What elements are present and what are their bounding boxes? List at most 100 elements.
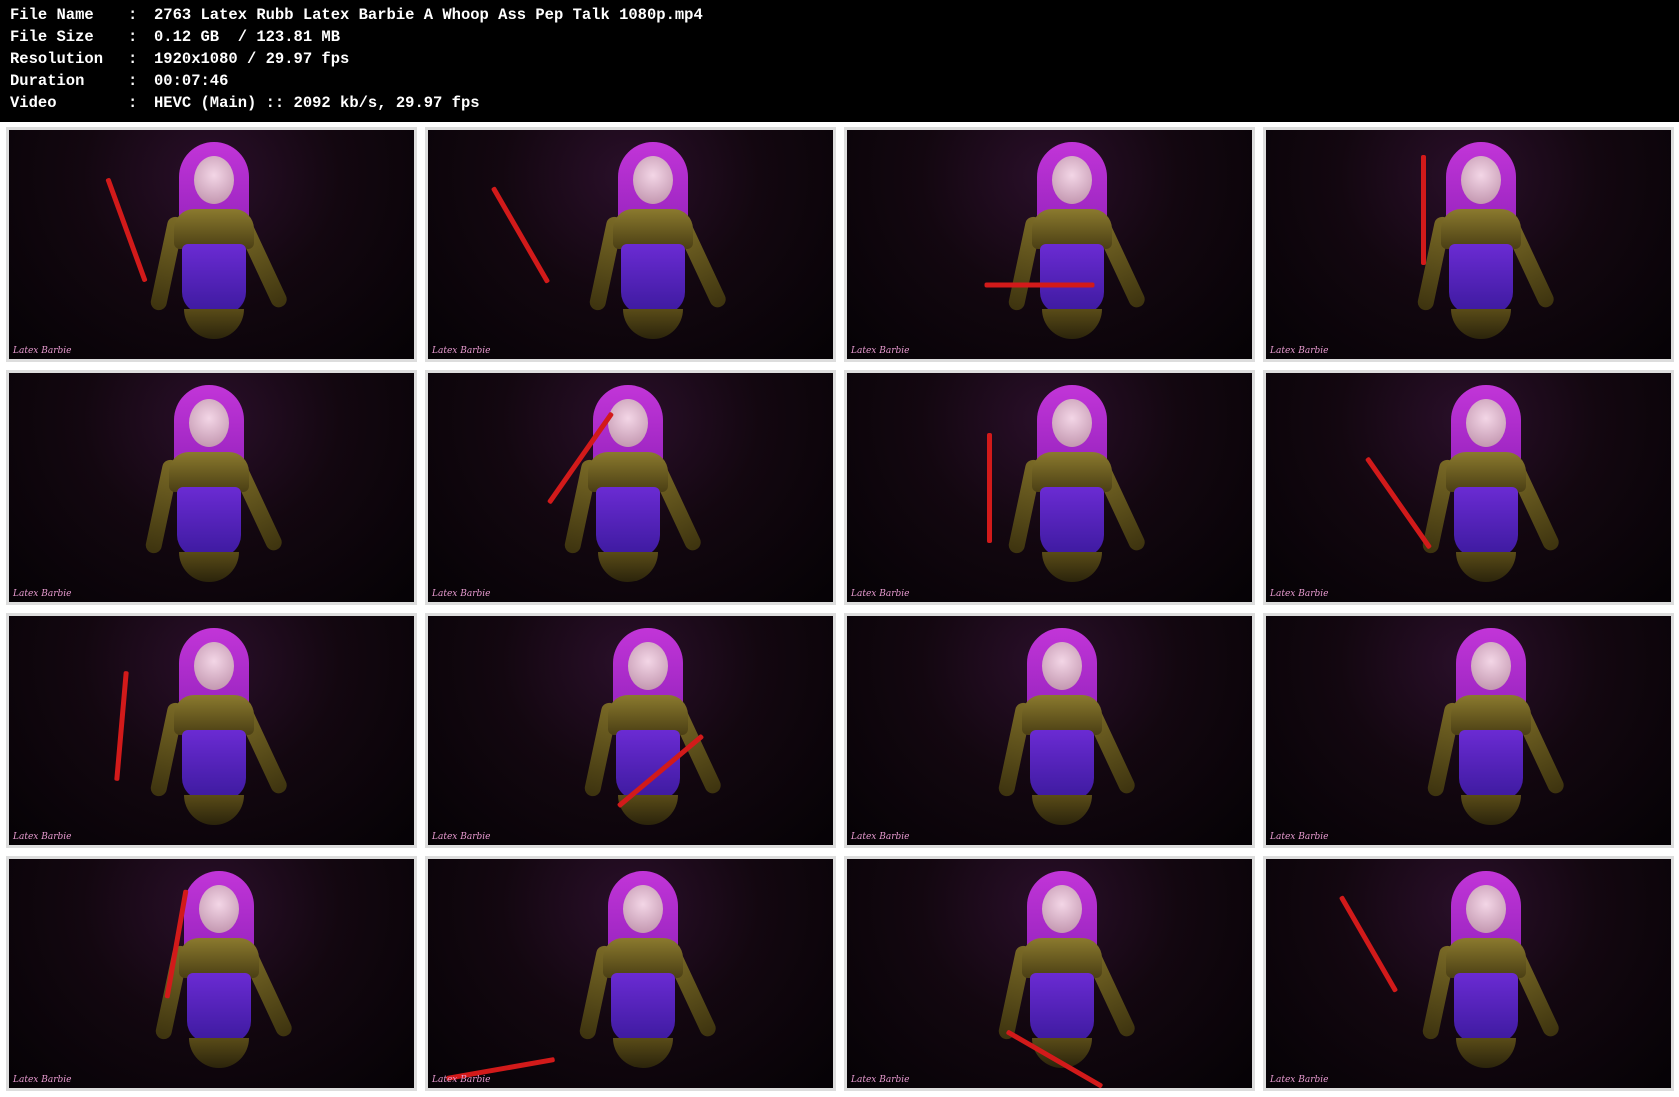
watermark-logo: Latex Barbie (432, 832, 491, 842)
figure-torso-gold (603, 938, 683, 978)
figure-briefs (184, 795, 244, 825)
figure-torso-gold (169, 452, 249, 492)
cane-prop (114, 670, 129, 782)
figure-corset (182, 730, 246, 800)
info-value: 2763 Latex Rubb Latex Barbie A Whoop Ass… (154, 6, 703, 24)
info-value: 1920x1080 / 29.97 fps (154, 50, 350, 68)
figure-corset (611, 973, 675, 1043)
info-label: Resolution (10, 50, 104, 68)
figure-face (1461, 156, 1501, 204)
figure-corset (621, 244, 685, 314)
figure-torso-gold (1032, 452, 1112, 492)
performer-figure (144, 863, 295, 1088)
video-thumbnail: Latex Barbie (844, 370, 1255, 605)
video-thumbnail: Latex Barbie (425, 613, 836, 848)
figure-face (189, 399, 229, 447)
performer-figure (987, 863, 1138, 1088)
figure-briefs (1456, 552, 1516, 582)
performer-figure (1411, 863, 1562, 1088)
figure-corset (182, 244, 246, 314)
cane-prop (987, 433, 992, 543)
figure-corset (1040, 487, 1104, 557)
performer-figure (997, 134, 1148, 359)
figure-corset (1030, 973, 1094, 1043)
video-thumbnail: Latex Barbie (6, 613, 417, 848)
watermark-logo: Latex Barbie (851, 1075, 910, 1085)
watermark-logo: Latex Barbie (851, 346, 910, 356)
info-row-duration: Duration : 00:07:46 (10, 70, 1679, 92)
figure-face (1466, 885, 1506, 933)
performer-figure (134, 377, 285, 602)
info-value: 00:07:46 (154, 72, 229, 90)
performer-figure (1416, 620, 1567, 845)
figure-torso-gold (613, 209, 693, 249)
figure-torso-gold (174, 695, 254, 735)
figure-face (623, 885, 663, 933)
watermark-logo: Latex Barbie (13, 1075, 72, 1085)
figure-briefs (1032, 795, 1092, 825)
watermark-logo: Latex Barbie (432, 1075, 491, 1085)
figure-corset (1030, 730, 1094, 800)
cane-prop (1338, 895, 1399, 993)
figure-corset (1454, 973, 1518, 1043)
figure-face (628, 642, 668, 690)
cane-prop (490, 186, 551, 284)
figure-briefs (179, 552, 239, 582)
info-value: HEVC (Main) :: 2092 kb/s, 29.97 fps (154, 94, 480, 112)
performer-figure (578, 134, 729, 359)
watermark-logo: Latex Barbie (1270, 1075, 1329, 1085)
video-thumbnail: Latex Barbie (1263, 370, 1674, 605)
figure-torso-gold (174, 209, 254, 249)
figure-face (608, 399, 648, 447)
figure-briefs (623, 309, 683, 339)
watermark-logo: Latex Barbie (1270, 346, 1329, 356)
performer-figure (987, 620, 1138, 845)
figure-face (1042, 885, 1082, 933)
figure-torso-gold (1451, 695, 1531, 735)
info-separator: : (128, 50, 138, 68)
info-separator: : (128, 94, 138, 112)
figure-face (1052, 399, 1092, 447)
figure-corset (1454, 487, 1518, 557)
performer-figure (139, 620, 290, 845)
watermark-logo: Latex Barbie (851, 832, 910, 842)
figure-torso-gold (1446, 938, 1526, 978)
info-row-resolution: Resolution : 1920x1080 / 29.97 fps (10, 48, 1679, 70)
watermark-logo: Latex Barbie (13, 832, 72, 842)
media-info-header: File Name : 2763 Latex Rubb Latex Barbie… (0, 0, 1679, 122)
performer-figure (1406, 134, 1557, 359)
figure-briefs (189, 1038, 249, 1068)
figure-briefs (1042, 552, 1102, 582)
figure-briefs (184, 309, 244, 339)
figure-torso-gold (179, 938, 259, 978)
info-row-file-name: File Name : 2763 Latex Rubb Latex Barbie… (10, 4, 1679, 26)
cane-prop (984, 282, 1095, 288)
figure-face (199, 885, 239, 933)
figure-corset (1459, 730, 1523, 800)
figure-face (194, 642, 234, 690)
performer-figure (573, 620, 724, 845)
figure-torso-gold (1022, 695, 1102, 735)
figure-corset (596, 487, 660, 557)
figure-face (633, 156, 673, 204)
info-row-file-size: File Size : 0.12 GB / 123.81 MB (10, 26, 1679, 48)
video-thumbnail: Latex Barbie (1263, 127, 1674, 362)
figure-torso-gold (608, 695, 688, 735)
figure-corset (177, 487, 241, 557)
video-thumbnail: Latex Barbie (844, 856, 1255, 1091)
info-separator: : (128, 72, 138, 90)
figure-torso-gold (1441, 209, 1521, 249)
figure-corset (1040, 244, 1104, 314)
video-thumbnail: Latex Barbie (1263, 613, 1674, 848)
video-thumbnail: Latex Barbie (1263, 856, 1674, 1091)
cane-prop (1421, 155, 1426, 265)
video-thumbnail: Latex Barbie (425, 127, 836, 362)
watermark-logo: Latex Barbie (13, 589, 72, 599)
info-separator: : (128, 28, 138, 46)
figure-torso-gold (1446, 452, 1526, 492)
performer-figure (139, 134, 290, 359)
info-separator: : (128, 6, 138, 24)
watermark-logo: Latex Barbie (1270, 589, 1329, 599)
thumbnail-grid: Latex Barbie Latex Barbie Latex Barbie Late… (0, 122, 1679, 1097)
video-thumbnail: Latex Barbie (425, 370, 836, 605)
